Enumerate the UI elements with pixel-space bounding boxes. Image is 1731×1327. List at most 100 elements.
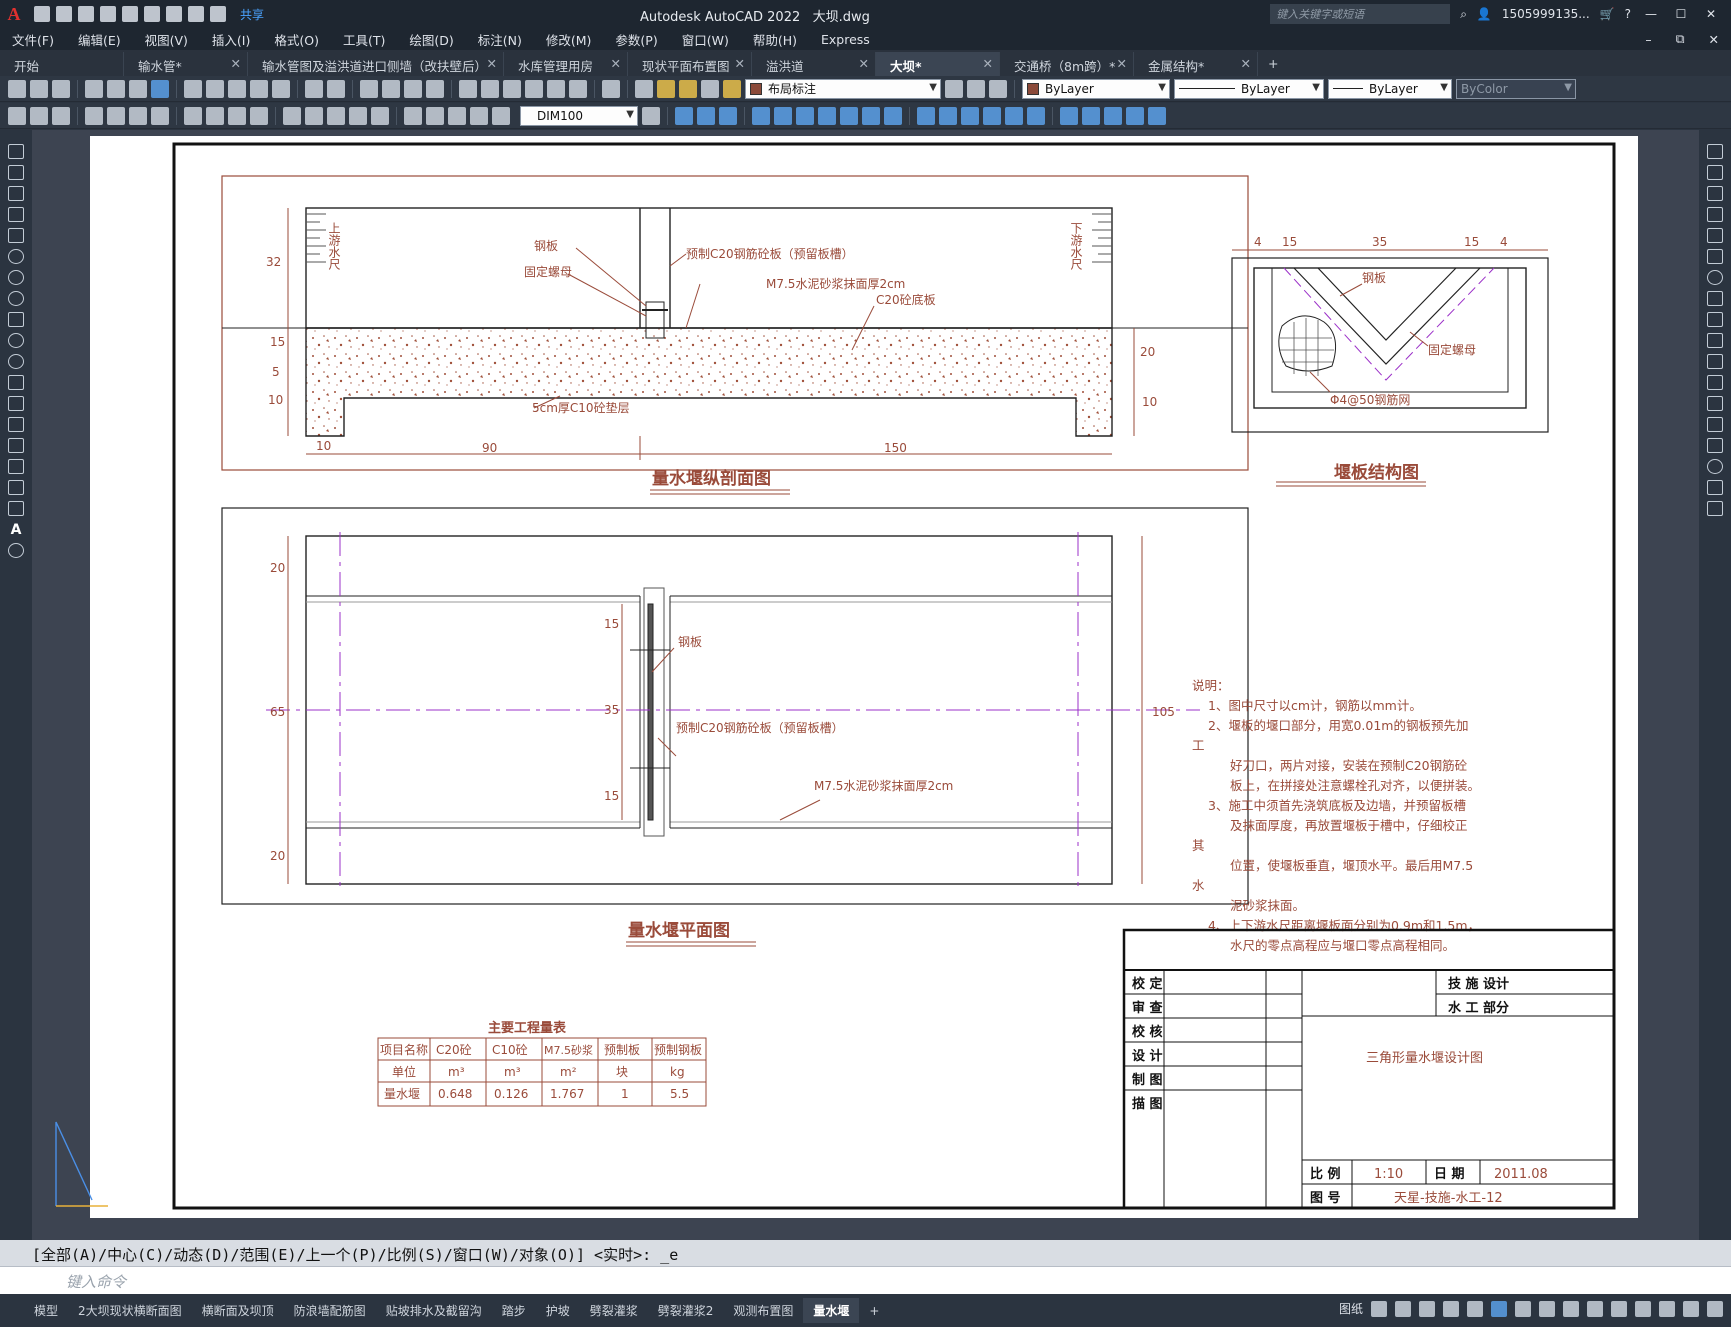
redo-icon[interactable]	[210, 6, 226, 22]
layout-tab[interactable]: 2大坝现状横断面图	[68, 1298, 192, 1323]
scale-icon[interactable]	[1707, 291, 1723, 306]
lineweight-dropdown[interactable]: ByLayer ▼	[1328, 78, 1452, 99]
tab-management-house[interactable]: 水库管理用房 ✕	[504, 52, 628, 76]
close-icon[interactable]: ✕	[983, 56, 993, 71]
mirror-icon[interactable]	[1707, 186, 1723, 201]
linetype-dropdown[interactable]: ByLayer ▼	[1174, 78, 1324, 99]
insert-icon[interactable]	[8, 375, 24, 390]
mirror-icon[interactable]	[818, 106, 836, 125]
preview-icon[interactable]	[107, 79, 125, 98]
search-icon[interactable]: ⌕	[1460, 7, 1467, 22]
save-as-icon[interactable]	[100, 6, 116, 22]
zoom-previous-icon[interactable]	[426, 79, 444, 98]
help-icon[interactable]: ?	[1625, 7, 1631, 21]
osnap-icon[interactable]	[1467, 1300, 1483, 1317]
close-icon[interactable]: ✕	[735, 56, 745, 71]
paste-icon[interactable]	[228, 79, 246, 98]
construction-line-icon[interactable]	[8, 165, 24, 180]
menu-draw[interactable]: 绘图(D)	[397, 30, 465, 49]
view-top-icon[interactable]	[939, 106, 957, 125]
selection-cycling-icon[interactable]	[1539, 1300, 1555, 1317]
layout-tab[interactable]: 观测布置图	[723, 1298, 803, 1323]
view-back-icon[interactable]	[1027, 106, 1045, 125]
break-point-icon[interactable]	[1707, 375, 1723, 390]
color-dropdown[interactable]: ByLayer ▼	[1022, 78, 1170, 99]
layout-tab[interactable]: 劈裂灌浆2	[648, 1298, 724, 1323]
polyline-icon[interactable]	[8, 186, 24, 201]
close-icon[interactable]: ✕	[487, 56, 497, 71]
markup-icon[interactable]	[547, 79, 565, 98]
aligned-dimension-icon[interactable]	[107, 106, 125, 125]
layer-freeze-icon[interactable]	[679, 79, 697, 98]
zoom-window-icon[interactable]	[404, 79, 422, 98]
layer-dropdown[interactable]: 布局标注 ▼	[745, 78, 941, 99]
linear-dimension-icon[interactable]	[85, 106, 103, 125]
plot-icon[interactable]	[85, 79, 103, 98]
layout-tab[interactable]: 贴坡排水及截留沟	[376, 1298, 492, 1323]
view-front-icon[interactable]	[917, 106, 935, 125]
menu-help[interactable]: 帮助(H)	[741, 30, 809, 49]
isolate-icon[interactable]	[1635, 1300, 1651, 1317]
jogged-linear-icon[interactable]	[470, 106, 488, 125]
grid-icon[interactable]	[1371, 1300, 1387, 1317]
close-icon[interactable]: ✕	[859, 56, 869, 71]
qnew-icon[interactable]	[8, 79, 26, 98]
open-icon[interactable]	[30, 79, 48, 98]
calculator-icon[interactable]	[569, 79, 587, 98]
layout-tab[interactable]: 护坡	[536, 1298, 580, 1323]
layout-tab[interactable]: 踏步	[492, 1298, 536, 1323]
gradient-icon[interactable]	[8, 459, 24, 474]
layout-tab-active[interactable]: 量水堰	[803, 1298, 860, 1323]
radius-icon[interactable]	[184, 106, 202, 125]
offset-icon[interactable]	[1707, 207, 1723, 222]
save-icon[interactable]	[52, 79, 70, 98]
match-properties-icon[interactable]	[250, 79, 268, 98]
chamfer-icon[interactable]	[1707, 438, 1723, 453]
lineweight-icon[interactable]	[1491, 1300, 1507, 1317]
revcloud-icon[interactable]	[8, 291, 24, 306]
add-selected-icon[interactable]	[8, 543, 24, 558]
dim-edit-icon[interactable]	[492, 106, 510, 125]
maximize-button[interactable]: ☐	[1671, 7, 1691, 21]
layout-tab[interactable]: 劈裂灌浆	[580, 1298, 648, 1323]
array-icon[interactable]	[884, 106, 902, 125]
rotate-icon[interactable]	[796, 106, 814, 125]
view-left-icon[interactable]	[983, 106, 1001, 125]
autocad-logo-icon[interactable]: A	[0, 0, 28, 28]
doc-minimize-button[interactable]: –	[1633, 32, 1663, 47]
paper-space-toggle[interactable]: 图纸	[1339, 1300, 1363, 1317]
blend-icon[interactable]	[1707, 480, 1723, 495]
menu-edit[interactable]: 编辑(E)	[66, 30, 133, 49]
stretch-icon[interactable]	[1707, 312, 1723, 327]
menu-express[interactable]: Express	[809, 32, 882, 47]
menu-file[interactable]: 文件(F)	[0, 30, 66, 49]
hyperlink-icon[interactable]	[1148, 106, 1166, 125]
xref-icon[interactable]	[1082, 106, 1100, 125]
save-icon[interactable]	[78, 6, 94, 22]
ellipse-icon[interactable]	[8, 333, 24, 348]
doc-restore-button[interactable]: ⧉	[1664, 31, 1697, 47]
copy-object-icon[interactable]	[774, 106, 792, 125]
continue-icon[interactable]	[327, 106, 345, 125]
hatch-icon[interactable]	[8, 438, 24, 453]
group-icon[interactable]	[52, 106, 70, 125]
join-icon[interactable]	[1707, 417, 1723, 432]
circle-icon[interactable]	[8, 270, 24, 285]
customize-icon[interactable]	[1707, 1300, 1723, 1317]
tab-dam[interactable]: 大坝* ✕	[876, 52, 1000, 76]
cut-icon[interactable]	[184, 79, 202, 98]
polar-icon[interactable]	[1443, 1300, 1459, 1317]
properties-icon[interactable]	[459, 79, 477, 98]
close-icon[interactable]: ✕	[1117, 56, 1127, 71]
tab-bridge[interactable]: 交通桥（8m跨）* ✕	[1000, 52, 1134, 76]
mtext-icon[interactable]: A	[8, 522, 24, 538]
break-icon[interactable]	[371, 106, 389, 125]
copy-icon[interactable]	[1707, 165, 1723, 180]
new-tab-button[interactable]: +	[1258, 52, 1288, 76]
help-icon[interactable]	[602, 79, 620, 98]
undo-icon[interactable]	[188, 6, 204, 22]
inspection-icon[interactable]	[448, 106, 466, 125]
fillet-icon[interactable]	[1707, 459, 1723, 474]
3d-print-icon[interactable]	[151, 79, 169, 98]
tab-spillway-inlet[interactable]: 输水管图及溢洪道进口侧墙（改扶壁后） ✕	[248, 52, 504, 76]
